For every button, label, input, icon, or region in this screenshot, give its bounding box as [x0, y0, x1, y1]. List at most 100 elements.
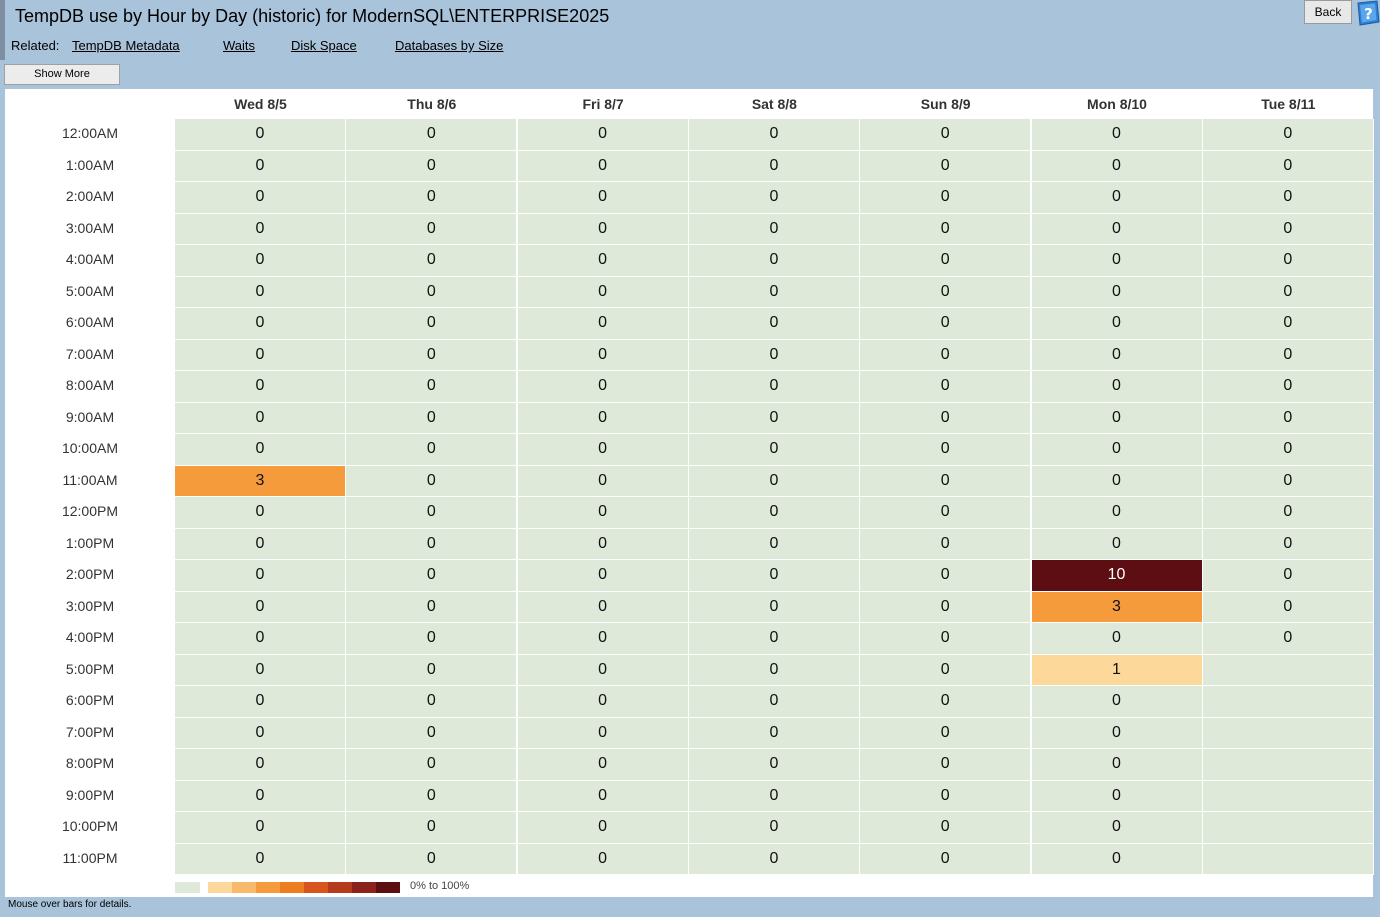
heatmap-cell[interactable]: 0 [860, 591, 1032, 623]
heatmap-cell[interactable]: 0 [1031, 245, 1203, 277]
heatmap-cell[interactable]: 0 [1031, 497, 1203, 529]
heatmap-cell[interactable]: 0 [688, 339, 860, 371]
heatmap-cell[interactable]: 0 [688, 654, 860, 686]
heatmap-cell[interactable]: 0 [517, 591, 689, 623]
heatmap-cell[interactable]: 0 [175, 308, 346, 340]
help-question-icon[interactable]: ? [1355, 0, 1380, 26]
heatmap-cell[interactable]: 0 [860, 119, 1032, 151]
heatmap-cell[interactable]: 0 [1031, 371, 1203, 403]
heatmap-cell[interactable]: 3 [175, 465, 346, 497]
heatmap-cell[interactable]: 0 [688, 276, 860, 308]
heatmap-cell[interactable]: 0 [860, 528, 1032, 560]
heatmap-cell[interactable]: 0 [688, 434, 860, 466]
heatmap-cell[interactable]: 0 [517, 497, 689, 529]
heatmap-cell[interactable]: 0 [175, 213, 346, 245]
heatmap-cell[interactable]: 0 [1031, 749, 1203, 781]
heatmap-cell[interactable]: 0 [860, 402, 1032, 434]
heatmap-cell[interactable]: 0 [1031, 434, 1203, 466]
heatmap-cell[interactable]: 0 [860, 465, 1032, 497]
heatmap-cell[interactable]: 0 [175, 150, 346, 182]
heatmap-cell[interactable]: 0 [346, 591, 518, 623]
heatmap-cell[interactable]: 0 [517, 780, 689, 812]
heatmap-cell[interactable]: 0 [517, 119, 689, 151]
heatmap-cell[interactable]: 0 [688, 528, 860, 560]
heatmap-cell[interactable]: 0 [1202, 308, 1374, 340]
heatmap-cell[interactable]: 0 [175, 245, 346, 277]
heatmap-cell[interactable]: 0 [517, 749, 689, 781]
heatmap-cell[interactable]: 0 [517, 308, 689, 340]
heatmap-cell[interactable]: 0 [860, 182, 1032, 214]
heatmap-cell[interactable] [1202, 749, 1374, 781]
heatmap-cell[interactable]: 0 [517, 339, 689, 371]
heatmap-cell[interactable]: 0 [1202, 245, 1374, 277]
heatmap-cell[interactable]: 0 [346, 717, 518, 749]
heatmap-cell[interactable]: 0 [1202, 276, 1374, 308]
heatmap-cell[interactable]: 0 [517, 654, 689, 686]
heatmap-cell[interactable]: 0 [688, 843, 860, 875]
link-disk-space[interactable]: Disk Space [291, 38, 357, 53]
heatmap-cell[interactable]: 0 [688, 780, 860, 812]
heatmap-cell[interactable]: 0 [517, 434, 689, 466]
heatmap-cell[interactable]: 0 [346, 182, 518, 214]
heatmap-cell[interactable]: 0 [517, 276, 689, 308]
heatmap-cell[interactable]: 0 [860, 371, 1032, 403]
heatmap-cell[interactable]: 10 [1031, 560, 1203, 592]
heatmap-cell[interactable]: 0 [346, 276, 518, 308]
heatmap-cell[interactable]: 0 [175, 591, 346, 623]
heatmap-cell[interactable]: 0 [1031, 843, 1203, 875]
heatmap-cell[interactable]: 0 [688, 308, 860, 340]
heatmap-cell[interactable]: 0 [175, 528, 346, 560]
heatmap-cell[interactable] [1202, 780, 1374, 812]
heatmap-cell[interactable]: 0 [175, 434, 346, 466]
heatmap-cell[interactable]: 0 [860, 339, 1032, 371]
heatmap-cell[interactable]: 0 [1031, 339, 1203, 371]
heatmap-cell[interactable]: 0 [346, 308, 518, 340]
heatmap-cell[interactable]: 0 [517, 150, 689, 182]
heatmap-cell[interactable]: 0 [1202, 339, 1374, 371]
heatmap-cell[interactable]: 0 [688, 591, 860, 623]
heatmap-cell[interactable]: 0 [1202, 371, 1374, 403]
heatmap-cell[interactable]: 0 [860, 308, 1032, 340]
heatmap-cell[interactable]: 0 [517, 623, 689, 655]
heatmap-cell[interactable]: 0 [860, 245, 1032, 277]
heatmap-cell[interactable]: 0 [517, 371, 689, 403]
heatmap-cell[interactable]: 0 [688, 497, 860, 529]
heatmap-cell[interactable]: 0 [1031, 150, 1203, 182]
heatmap-cell[interactable]: 0 [1031, 528, 1203, 560]
heatmap-cell[interactable]: 0 [346, 654, 518, 686]
heatmap-cell[interactable]: 0 [860, 213, 1032, 245]
heatmap-cell[interactable]: 0 [517, 182, 689, 214]
heatmap-cell[interactable]: 0 [1031, 465, 1203, 497]
heatmap-cell[interactable]: 0 [1031, 623, 1203, 655]
heatmap-cell[interactable]: 0 [517, 812, 689, 844]
heatmap-cell[interactable]: 0 [688, 749, 860, 781]
heatmap-cell[interactable]: 0 [1202, 150, 1374, 182]
heatmap-cell[interactable]: 0 [1202, 402, 1374, 434]
heatmap-cell[interactable]: 0 [1202, 591, 1374, 623]
heatmap-cell[interactable]: 0 [1031, 308, 1203, 340]
heatmap-cell[interactable]: 0 [517, 465, 689, 497]
heatmap-cell[interactable]: 0 [346, 213, 518, 245]
heatmap-cell[interactable]: 0 [346, 812, 518, 844]
heatmap-cell[interactable]: 0 [688, 623, 860, 655]
heatmap-cell[interactable]: 0 [688, 245, 860, 277]
heatmap-cell[interactable]: 0 [860, 717, 1032, 749]
heatmap-cell[interactable]: 0 [175, 119, 346, 151]
heatmap-cell[interactable]: 0 [688, 560, 860, 592]
heatmap-cell[interactable]: 0 [517, 528, 689, 560]
heatmap-cell[interactable]: 0 [517, 245, 689, 277]
heatmap-cell[interactable]: 0 [1031, 812, 1203, 844]
heatmap-cell[interactable]: 0 [688, 717, 860, 749]
heatmap-cell[interactable]: 0 [1202, 213, 1374, 245]
heatmap-cell[interactable]: 0 [860, 686, 1032, 718]
link-databases-by-size[interactable]: Databases by Size [395, 38, 503, 53]
heatmap-cell[interactable]: 0 [175, 182, 346, 214]
heatmap-cell[interactable] [1202, 843, 1374, 875]
heatmap-cell[interactable]: 0 [346, 780, 518, 812]
heatmap-cell[interactable] [1202, 717, 1374, 749]
heatmap-cell[interactable]: 0 [517, 686, 689, 718]
heatmap-cell[interactable]: 0 [175, 623, 346, 655]
heatmap-cell[interactable]: 0 [346, 497, 518, 529]
heatmap-cell[interactable]: 0 [860, 812, 1032, 844]
heatmap-cell[interactable]: 0 [1202, 182, 1374, 214]
